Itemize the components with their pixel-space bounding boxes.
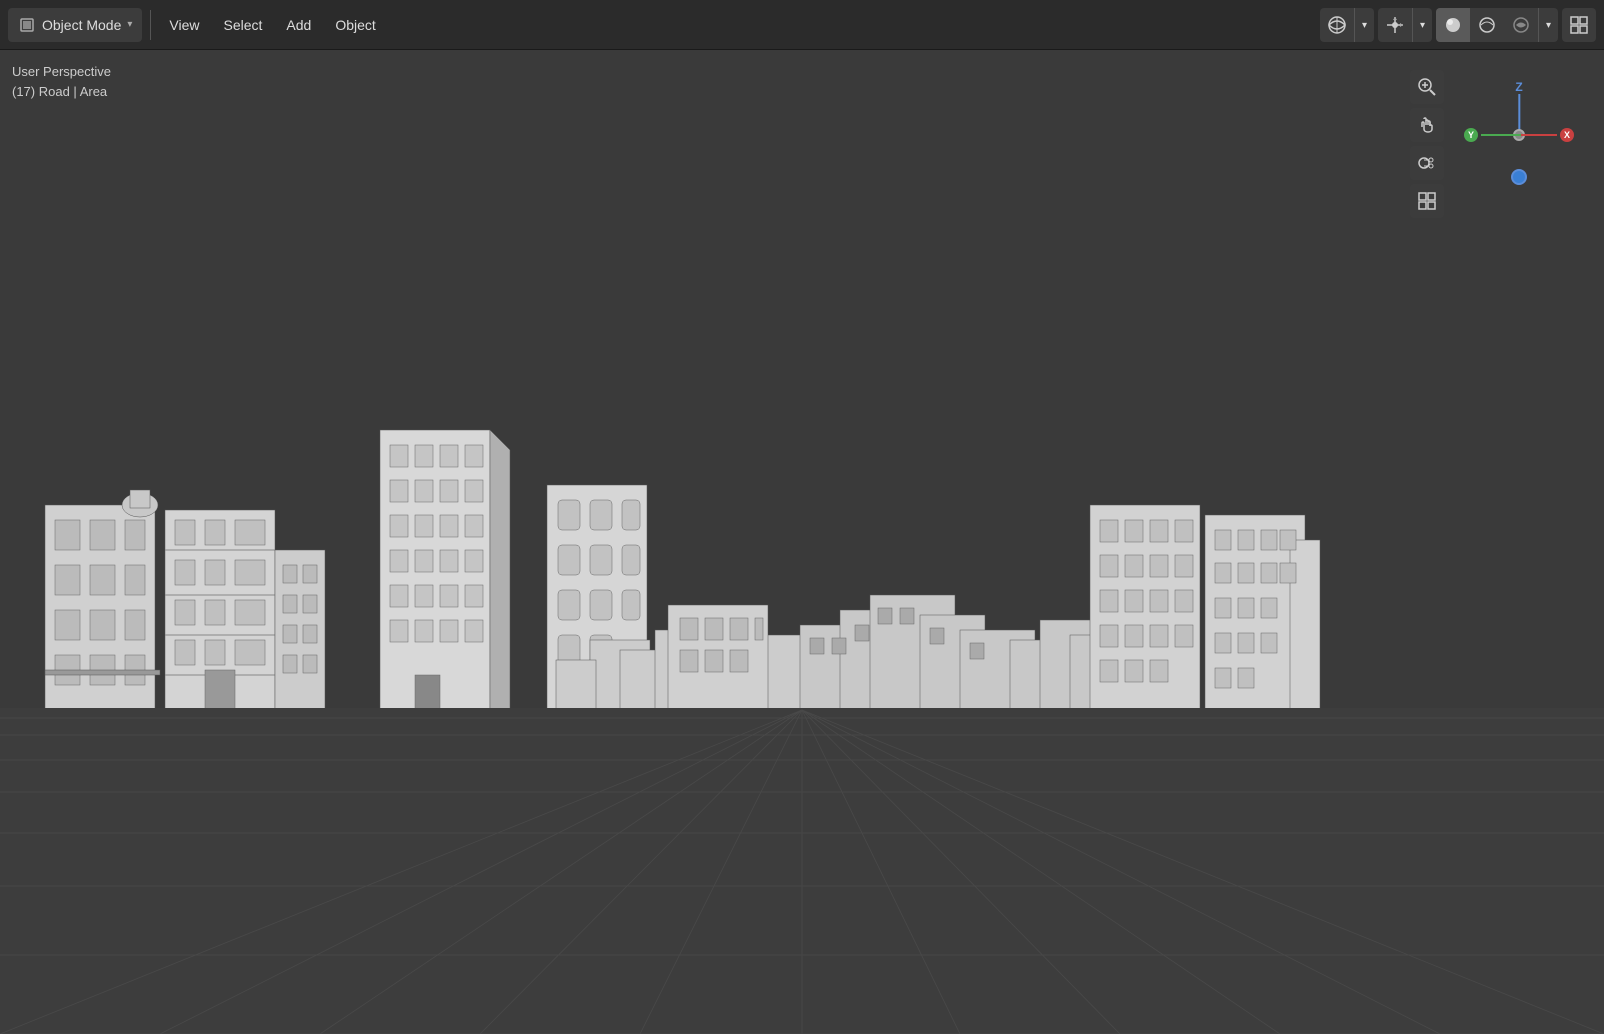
top-toolbar: Object Mode ▾ View Select Add Object ▾ xyxy=(0,0,1604,50)
object-mode-icon xyxy=(18,16,36,34)
scene-canvas xyxy=(0,50,1604,1034)
viewport-shading-dropdown[interactable]: ▾ xyxy=(1538,8,1558,42)
object-mode-label: Object Mode xyxy=(42,17,121,33)
z-axis-label[interactable]: Z xyxy=(1515,80,1522,94)
viewport-overlays-button[interactable] xyxy=(1320,8,1354,42)
select-label: Select xyxy=(224,17,263,33)
x-axis-label[interactable]: X xyxy=(1564,130,1570,140)
object-mode-button[interactable]: Object Mode ▾ xyxy=(8,8,142,42)
object-label: Object xyxy=(335,17,375,33)
view-label: View xyxy=(169,17,199,33)
gizmos-button[interactable] xyxy=(1378,8,1412,42)
viewport[interactable]: User Perspective (17) Road | Area xyxy=(0,50,1604,1034)
viewport-tools xyxy=(1410,70,1444,218)
quad-view-tool-button[interactable] xyxy=(1410,184,1444,218)
zoom-tool-button[interactable] xyxy=(1410,70,1444,104)
add-menu-button[interactable]: Add xyxy=(276,8,321,42)
object-menu-button[interactable]: Object xyxy=(325,8,385,42)
viewport-overlays-group: ▾ xyxy=(1320,8,1374,42)
select-menu-button[interactable]: Select xyxy=(214,8,273,42)
right-toolbar: ▾ ▾ xyxy=(1320,0,1604,50)
viewport-shading-rendered-button[interactable] xyxy=(1504,8,1538,42)
bottom-view-dot[interactable] xyxy=(1511,169,1527,185)
object-mode-dropdown-icon: ▾ xyxy=(127,19,132,30)
viewport-overlays-dropdown[interactable]: ▾ xyxy=(1354,8,1374,42)
gizmos-dropdown[interactable]: ▾ xyxy=(1412,8,1432,42)
add-label: Add xyxy=(286,17,311,33)
navigation-gizmo: Z X Y xyxy=(1464,80,1574,190)
toolbar-separator-1 xyxy=(150,10,151,40)
gizmos-group: ▾ xyxy=(1378,8,1432,42)
pan-tool-button[interactable] xyxy=(1410,108,1444,142)
camera-tool-button[interactable] xyxy=(1410,146,1444,180)
toggle-quad-view-button[interactable] xyxy=(1562,8,1596,42)
view-menu-button[interactable]: View xyxy=(159,8,209,42)
viewport-shading-material-button[interactable] xyxy=(1470,8,1504,42)
y-axis-label[interactable]: Y xyxy=(1468,130,1474,140)
viewport-shading-group: ▾ xyxy=(1436,8,1558,42)
viewport-shading-solid-button[interactable] xyxy=(1436,8,1470,42)
